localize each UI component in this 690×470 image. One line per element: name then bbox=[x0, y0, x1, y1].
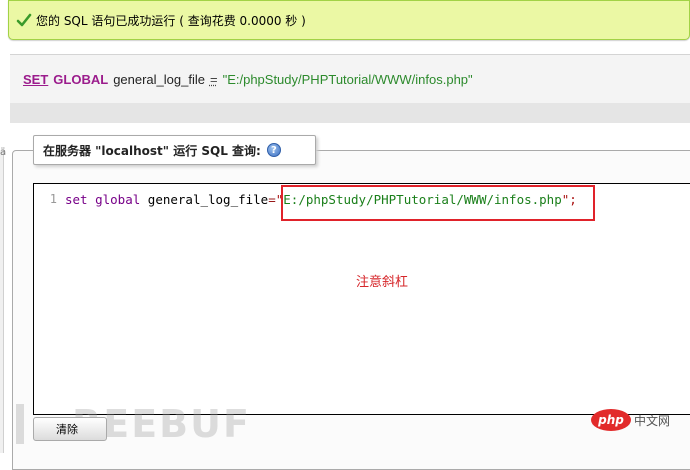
sql-operator: = bbox=[209, 71, 218, 87]
success-text: 您的 SQL 语句已成功运行 ( 查询花费 0.0000 秒 ) bbox=[36, 13, 306, 28]
sql-keyword-global: GLOBAL bbox=[53, 71, 109, 87]
legend-text: 在服务器 "localhost" 运行 SQL 查询: bbox=[43, 143, 261, 158]
php-logo: php bbox=[591, 409, 631, 431]
executed-sql-panel: SET GLOBAL general_log_file = "E:/phpStu… bbox=[10, 54, 690, 123]
success-message: 您的 SQL 语句已成功运行 ( 查询花费 0.0000 秒 ) bbox=[8, 0, 690, 40]
red-highlight-box bbox=[281, 185, 595, 221]
clear-button[interactable]: 清除 bbox=[33, 417, 107, 441]
sql-query-legend: 在服务器 "localhost" 运行 SQL 查询: ? bbox=[33, 135, 316, 165]
left-edge-text: ä bbox=[0, 147, 7, 158]
line-number: 1 bbox=[49, 192, 57, 206]
sql-variable: general_log_file bbox=[113, 71, 205, 87]
watermark-logo-bar bbox=[16, 404, 24, 444]
token-global: global bbox=[95, 192, 141, 207]
token-set: set bbox=[65, 192, 88, 207]
executed-sql-statement: SET GLOBAL general_log_file = "E:/phpStu… bbox=[10, 55, 690, 103]
sql-string-value: "E:/phpStudy/PHPTutorial/WWW/infos.php" bbox=[222, 71, 473, 87]
help-icon[interactable]: ? bbox=[266, 143, 281, 157]
token-equals: = bbox=[268, 192, 276, 207]
editor-gutter: 1 bbox=[34, 184, 62, 414]
sql-keyword-set[interactable]: SET bbox=[23, 72, 48, 87]
check-icon bbox=[16, 13, 32, 27]
left-panel-edge bbox=[0, 150, 4, 453]
php-site-text: 中文网 bbox=[634, 414, 671, 428]
token-variable: general_log_file bbox=[147, 192, 269, 207]
annotation-note: 注意斜杠 bbox=[356, 275, 409, 290]
